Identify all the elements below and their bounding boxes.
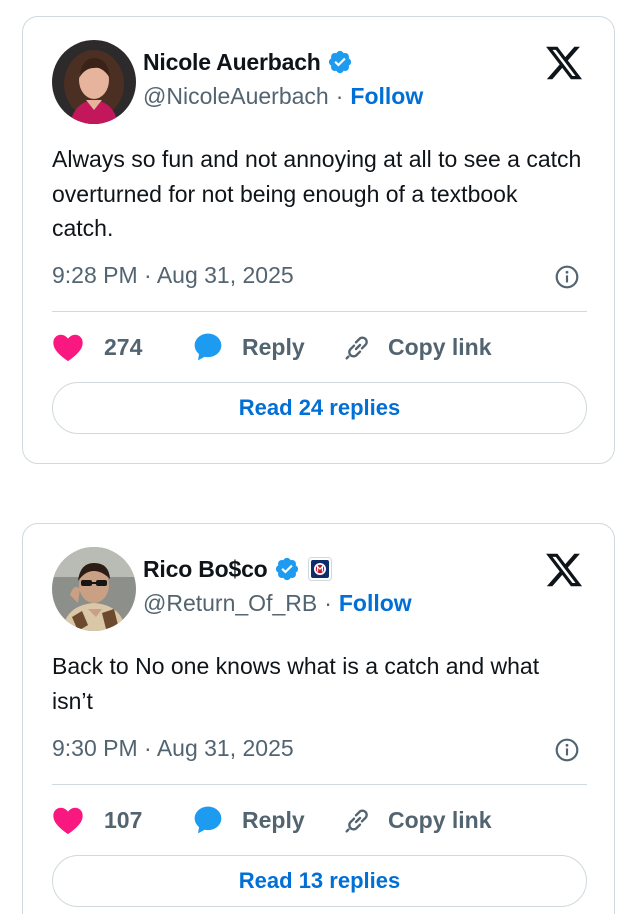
author-name[interactable]: Rico Bo$co bbox=[143, 556, 268, 583]
like-count: 274 bbox=[104, 333, 143, 360]
copy-link-label: Copy link bbox=[388, 806, 492, 833]
action-bar: 107 Reply Copy link bbox=[52, 800, 587, 840]
author-row: Nicole Auerbach bbox=[143, 47, 353, 77]
handle-row: @NicoleAuerbach · Follow bbox=[143, 83, 423, 110]
link-icon bbox=[345, 336, 368, 360]
embedded-tweets-page: Nicole Auerbach @NicoleAuerbach · Follow… bbox=[0, 0, 637, 914]
copy-link-button[interactable]: Copy link bbox=[342, 331, 492, 363]
avatar[interactable] bbox=[52, 547, 136, 631]
verified-badge-icon bbox=[274, 556, 300, 582]
reply-button[interactable]: Reply bbox=[192, 804, 342, 836]
action-bar: 274 Reply Copy link bbox=[52, 327, 587, 367]
heart-icon bbox=[53, 334, 83, 362]
speech-bubble-icon bbox=[194, 806, 222, 834]
follow-button[interactable]: Follow bbox=[339, 590, 412, 617]
info-icon[interactable] bbox=[554, 737, 580, 763]
verified-badge-icon bbox=[327, 49, 353, 75]
info-icon[interactable] bbox=[554, 264, 580, 290]
reply-label: Reply bbox=[242, 806, 305, 833]
separator-dot: · bbox=[324, 590, 332, 616]
author-handle[interactable]: @NicoleAuerbach bbox=[143, 83, 329, 110]
reply-button[interactable]: Reply bbox=[192, 331, 342, 363]
tweet-text: Back to No one knows what is a catch and… bbox=[52, 653, 540, 714]
tweet-text: Always so fun and not annoying at all to… bbox=[52, 146, 582, 241]
author-handle[interactable]: @Return_Of_RB bbox=[143, 590, 317, 617]
link-icon bbox=[345, 809, 368, 833]
author-name[interactable]: Nicole Auerbach bbox=[143, 49, 321, 76]
timestamp[interactable]: 9:30 PM · Aug 31, 2025 bbox=[52, 735, 294, 762]
tweet-card: Nicole Auerbach @NicoleAuerbach · Follow… bbox=[22, 16, 615, 464]
handle-row: @Return_Of_RB · Follow bbox=[143, 590, 412, 617]
x-logo-icon[interactable] bbox=[544, 43, 584, 83]
heart-icon bbox=[53, 807, 83, 835]
tweet-card: Rico Bo$co @Return_Of_RB · Follow Back t… bbox=[22, 523, 615, 914]
like-button[interactable]: 274 bbox=[52, 332, 192, 362]
affiliate-badge-icon[interactable] bbox=[307, 557, 332, 581]
divider bbox=[52, 311, 587, 312]
speech-bubble-icon bbox=[194, 333, 222, 361]
avatar[interactable] bbox=[52, 40, 136, 124]
like-button[interactable]: 107 bbox=[52, 805, 192, 835]
x-logo-icon[interactable] bbox=[544, 550, 584, 590]
read-replies-button[interactable]: Read 24 replies bbox=[52, 382, 587, 434]
author-row: Rico Bo$co bbox=[143, 554, 332, 584]
divider bbox=[52, 784, 587, 785]
timestamp[interactable]: 9:28 PM · Aug 31, 2025 bbox=[52, 262, 294, 289]
separator-dot: · bbox=[335, 83, 344, 109]
copy-link-button[interactable]: Copy link bbox=[342, 804, 492, 836]
read-replies-button[interactable]: Read 13 replies bbox=[52, 855, 587, 907]
follow-button[interactable]: Follow bbox=[350, 83, 423, 110]
reply-label: Reply bbox=[242, 333, 305, 360]
copy-link-label: Copy link bbox=[388, 333, 492, 360]
like-count: 107 bbox=[104, 806, 143, 833]
